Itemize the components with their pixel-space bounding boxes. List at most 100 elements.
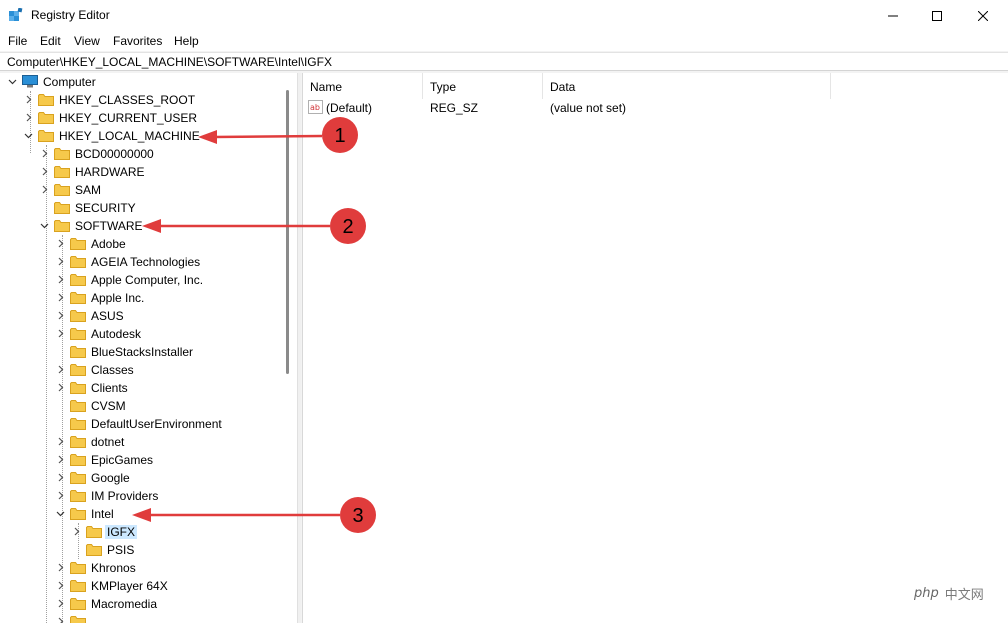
tree-item-classes[interactable]: Classes xyxy=(0,361,279,379)
chevron-down-icon[interactable] xyxy=(8,77,17,86)
chevron-right-icon[interactable] xyxy=(56,311,65,320)
chevron-right-icon[interactable] xyxy=(56,563,65,572)
folder-icon xyxy=(70,580,86,592)
folder-icon xyxy=(70,598,86,610)
tree-item-kmplayer[interactable]: KMPlayer 64X xyxy=(0,577,279,595)
column-header-type[interactable]: Type xyxy=(423,73,543,99)
chevron-right-icon[interactable] xyxy=(56,617,65,623)
tree-item-autodesk[interactable]: Autodesk xyxy=(0,325,279,343)
tree-label: Autodesk xyxy=(91,327,142,341)
chevron-right-icon[interactable] xyxy=(56,239,65,248)
tree-item-bluestacks[interactable]: BlueStacksInstaller xyxy=(0,343,279,361)
tree-item-dotnet[interactable]: dotnet xyxy=(0,433,279,451)
tree-item-hkey-current-user[interactable]: HKEY_CURRENT_USER xyxy=(0,109,279,127)
tree-item-im-providers[interactable]: IM Providers xyxy=(0,487,279,505)
chevron-down-icon[interactable] xyxy=(24,131,33,140)
chevron-right-icon[interactable] xyxy=(40,185,49,194)
chevron-right-icon[interactable] xyxy=(24,113,33,122)
tree-item-psis[interactable]: PSIS xyxy=(0,541,279,559)
chevron-right-icon[interactable] xyxy=(56,455,65,464)
tree-label: SECURITY xyxy=(75,201,136,215)
tree-item-cvsm[interactable]: CVSM xyxy=(0,397,279,415)
tree-scrollbar-thumb[interactable] xyxy=(286,90,289,374)
tree-item-hkey-classes-root[interactable]: HKEY_CLASSES_ROOT xyxy=(0,91,279,109)
tree-item-bcd[interactable]: BCD00000000 xyxy=(0,145,279,163)
tree-item-macromedia[interactable]: Macromedia xyxy=(0,595,279,613)
menu-help[interactable]: Help xyxy=(174,34,199,48)
tree-item-epicgames[interactable]: EpicGames xyxy=(0,451,279,469)
chevron-right-icon[interactable] xyxy=(56,473,65,482)
tree-item-apple-inc[interactable]: Apple Inc. xyxy=(0,289,279,307)
tree-label: Clients xyxy=(91,381,128,395)
tree-label: CVSM xyxy=(91,399,126,413)
tree-item-igfx[interactable]: IGFX xyxy=(0,523,279,541)
values-list[interactable]: Name Type Data ab (Default) REG_SZ (valu… xyxy=(302,73,1008,623)
tree-item-hkey-local-machine[interactable]: HKEY_LOCAL_MACHINE xyxy=(0,127,279,145)
tree-label: PSIS xyxy=(107,543,135,557)
chevron-right-icon[interactable] xyxy=(56,365,65,374)
chevron-right-icon[interactable] xyxy=(72,527,81,536)
chevron-right-icon[interactable] xyxy=(56,275,65,284)
tree-item-clients[interactable]: Clients xyxy=(0,379,279,397)
folder-icon xyxy=(70,418,86,430)
watermark: php 中文网 xyxy=(910,581,1000,605)
chevron-right-icon[interactable] xyxy=(24,95,33,104)
tree-label: BlueStacksInstaller xyxy=(91,345,194,359)
chevron-down-icon[interactable] xyxy=(56,509,65,518)
menu-favorites[interactable]: Favorites xyxy=(113,34,162,48)
tree-label: IM Providers xyxy=(91,489,159,503)
tree-item-ageia[interactable]: AGEIA Technologies xyxy=(0,253,279,271)
tree-label: dotnet xyxy=(91,435,125,449)
menu-file[interactable]: File xyxy=(8,34,27,48)
menu-edit[interactable]: Edit xyxy=(40,34,61,48)
watermark-logo: php xyxy=(914,585,939,601)
tree-label: HARDWARE xyxy=(75,165,145,179)
tree-item-defaultuserenvironment[interactable]: DefaultUserEnvironment xyxy=(0,415,279,433)
folder-icon xyxy=(86,544,102,556)
column-header-data[interactable]: Data xyxy=(543,73,831,99)
chevron-down-icon[interactable] xyxy=(40,221,49,230)
chevron-right-icon[interactable] xyxy=(56,383,65,392)
chevron-right-icon[interactable] xyxy=(56,437,65,446)
address-bar[interactable]: Computer\HKEY_LOCAL_MACHINE\SOFTWARE\Int… xyxy=(0,52,1008,71)
tree-label-selected: IGFX xyxy=(105,525,138,539)
tree-item-software[interactable]: SOFTWARE xyxy=(0,217,279,235)
chevron-right-icon[interactable] xyxy=(40,149,49,158)
menu-view[interactable]: View xyxy=(74,34,100,48)
watermark-text: 中文网 xyxy=(944,586,984,602)
tree-pane[interactable]: Computer HKEY_CLASSES_ROOT HKEY_CURRENT_… xyxy=(0,73,297,623)
tree-item-hardware[interactable]: HARDWARE xyxy=(0,163,279,181)
tree-label: Khronos xyxy=(91,561,136,575)
close-icon xyxy=(978,10,988,21)
chevron-right-icon[interactable] xyxy=(56,293,65,302)
chevron-right-icon[interactable] xyxy=(56,599,65,608)
folder-icon xyxy=(38,94,54,106)
chevron-right-icon[interactable] xyxy=(56,257,65,266)
folder-icon xyxy=(70,346,86,358)
folder-icon xyxy=(70,256,86,268)
tree-item-khronos[interactable]: Khronos xyxy=(0,559,279,577)
tree-item-google[interactable]: Google xyxy=(0,469,279,487)
tree-item-intel[interactable]: Intel xyxy=(0,505,279,523)
pane-splitter[interactable] xyxy=(297,73,301,623)
tree-item-adobe[interactable]: Adobe xyxy=(0,235,279,253)
tree-item-computer[interactable]: Computer xyxy=(0,73,279,91)
minimize-button[interactable] xyxy=(870,0,916,31)
folder-icon xyxy=(54,148,70,160)
column-header-name[interactable]: Name xyxy=(303,73,423,99)
tree-scrollbar[interactable] xyxy=(280,73,297,623)
tree-item-apple-computer[interactable]: Apple Computer, Inc. xyxy=(0,271,279,289)
chevron-right-icon[interactable] xyxy=(56,329,65,338)
chevron-right-icon[interactable] xyxy=(40,167,49,176)
tree-item-asus[interactable]: ASUS xyxy=(0,307,279,325)
close-button[interactable] xyxy=(960,0,1006,31)
tree-item-security[interactable]: SECURITY xyxy=(0,199,279,217)
maximize-button[interactable] xyxy=(914,0,960,31)
tree-label: Classes xyxy=(91,363,134,377)
tree-item-sam[interactable]: SAM xyxy=(0,181,279,199)
chevron-right-icon[interactable] xyxy=(56,581,65,590)
folder-icon xyxy=(70,364,86,376)
tree-item-partial[interactable] xyxy=(0,613,279,623)
chevron-right-icon[interactable] xyxy=(56,491,65,500)
tree-label: Apple Computer, Inc. xyxy=(91,273,204,287)
